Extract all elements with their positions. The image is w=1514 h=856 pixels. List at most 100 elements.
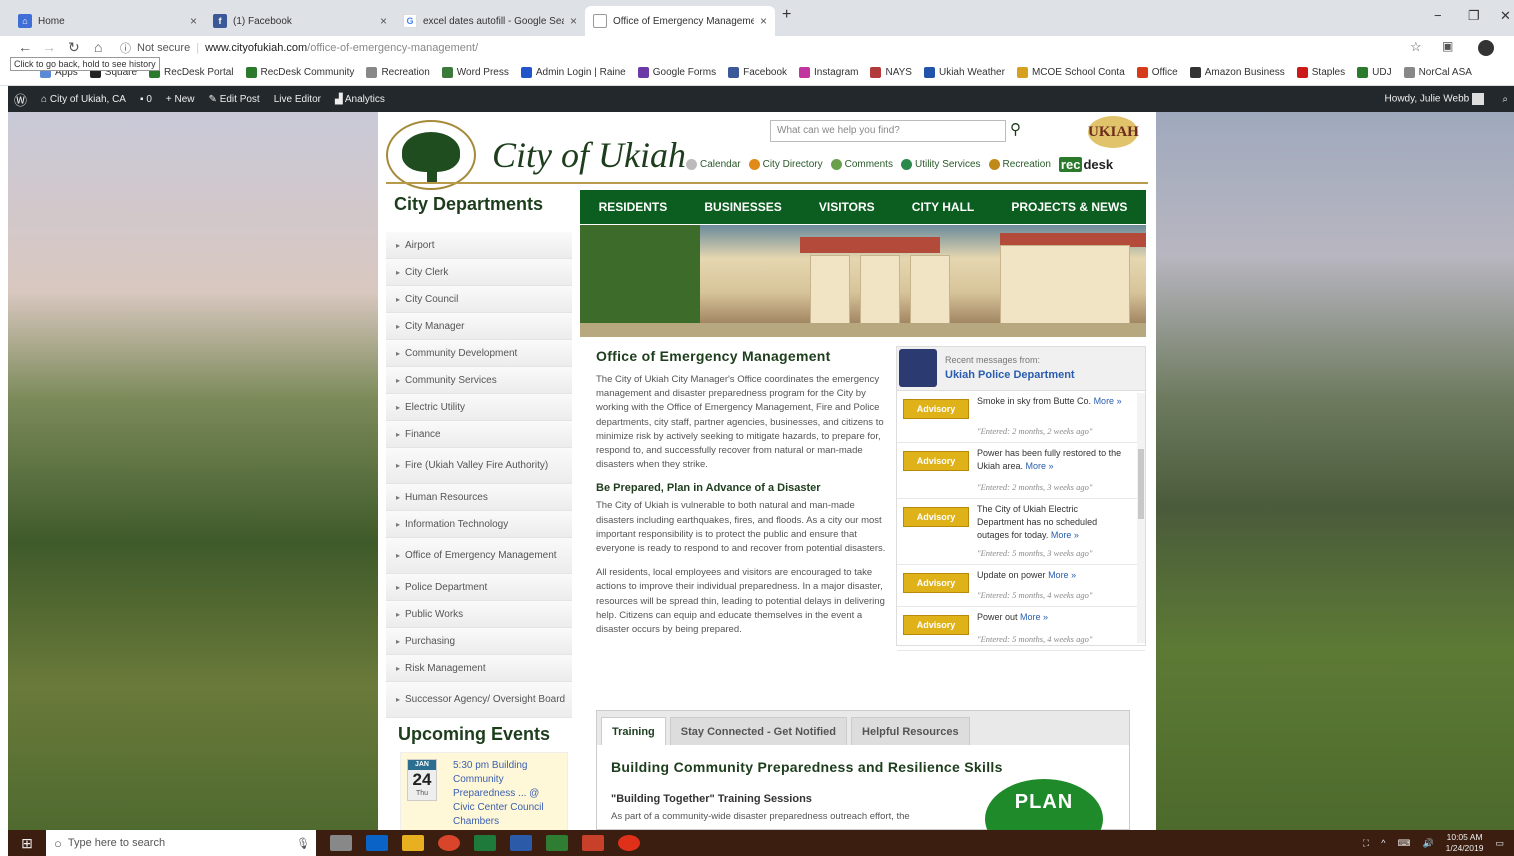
bookmark-item[interactable]: Word Press bbox=[441, 67, 509, 78]
tab-0[interactable]: Training bbox=[601, 717, 666, 745]
network-icon[interactable]: ⌨ bbox=[1397, 838, 1410, 849]
more-link[interactable]: More » bbox=[1051, 530, 1079, 540]
wordpress-icon[interactable]: Ⓦ bbox=[14, 90, 27, 109]
bookmark-item[interactable]: MCOE School Conta bbox=[1016, 67, 1125, 78]
profile-avatar[interactable] bbox=[1478, 40, 1494, 56]
bookmark-item[interactable]: NAYS bbox=[870, 67, 912, 78]
feed-item[interactable]: Advisory Smoke in sky from Butte Co. More… bbox=[897, 391, 1145, 443]
tab-1[interactable]: Stay Connected - Get Notified bbox=[669, 717, 848, 745]
wp-site-link[interactable]: ⌂ City of Ukiah, CA bbox=[41, 94, 126, 105]
bookmark-item[interactable]: NorCal ASA bbox=[1403, 67, 1472, 78]
browser-tab-home[interactable]: ⌂ Home × bbox=[10, 6, 205, 36]
reload-icon[interactable]: ↻ bbox=[68, 39, 80, 56]
quick-link[interactable]: Calendar bbox=[686, 159, 741, 170]
search-icon[interactable]: ⚲ bbox=[1010, 120, 1021, 138]
new-tab-button[interactable]: + bbox=[782, 6, 791, 24]
close-tab-icon[interactable]: × bbox=[570, 14, 577, 28]
wp-analytics[interactable]: ▟ Analytics bbox=[335, 94, 385, 105]
close-tab-icon[interactable]: × bbox=[760, 14, 767, 28]
sidebar-item[interactable]: Successor Agency/ Oversight Board bbox=[386, 682, 572, 718]
sidebar-item[interactable]: Finance bbox=[386, 421, 572, 448]
wp-edit-post[interactable]: ✎ Edit Post bbox=[209, 94, 260, 105]
sidebar-item[interactable]: Police Department bbox=[386, 574, 572, 601]
bookmark-item[interactable]: Recreation bbox=[366, 67, 430, 78]
wp-comments[interactable]: ▪ 0 bbox=[140, 94, 152, 105]
info-icon[interactable]: ⓘ bbox=[120, 40, 131, 56]
sidebar-item[interactable]: City Council bbox=[386, 286, 572, 313]
feed-item[interactable]: Advisory Power out More » "Entered: 5 mont… bbox=[897, 607, 1145, 651]
quick-link[interactable]: Utility Services bbox=[900, 159, 981, 170]
notification-icon[interactable]: ▭ bbox=[1495, 838, 1504, 849]
taskbar-search[interactable]: ○ Type here to search 🎙 bbox=[46, 830, 316, 856]
sidebar-item[interactable]: Community Development bbox=[386, 340, 572, 367]
bookmark-item[interactable]: Amazon Business bbox=[1189, 67, 1285, 78]
city-logo[interactable] bbox=[386, 120, 476, 190]
volume-icon[interactable]: 🔊 bbox=[1422, 838, 1433, 849]
chevron-up-icon[interactable]: ^ bbox=[1381, 838, 1385, 848]
extension-icon[interactable]: ▣ bbox=[1442, 39, 1453, 53]
event-link[interactable]: 5:30 pm Building Community Preparedness … bbox=[453, 759, 563, 829]
sidebar-item[interactable]: Office of Emergency Management bbox=[386, 538, 572, 574]
sidebar-item[interactable]: Fire (Ukiah Valley Fire Authority) bbox=[386, 448, 572, 484]
bookmark-item[interactable]: Facebook bbox=[728, 67, 787, 78]
feed-item[interactable]: Advisory Update on power More » "Entered: … bbox=[897, 565, 1145, 607]
windows-start-icon[interactable]: ⊞ bbox=[8, 835, 46, 852]
back-arrow-icon[interactable]: ← bbox=[18, 39, 32, 55]
home-icon[interactable]: ⌂ bbox=[94, 39, 102, 55]
sidebar-item[interactable]: Electric Utility bbox=[386, 394, 572, 421]
site-search-input[interactable]: What can we help you find? bbox=[770, 120, 1006, 142]
feed-from-name[interactable]: Ukiah Police Department bbox=[945, 369, 1075, 381]
close-tab-icon[interactable]: × bbox=[190, 14, 197, 28]
more-link[interactable]: More » bbox=[1020, 612, 1048, 622]
bookmark-item[interactable]: UDJ bbox=[1357, 67, 1392, 78]
people-icon[interactable]: ⛶ bbox=[1363, 838, 1369, 849]
bookmark-item[interactable]: Office bbox=[1136, 67, 1178, 78]
sidebar-item[interactable]: Purchasing bbox=[386, 628, 572, 655]
recdesk-link[interactable]: rec desk bbox=[1058, 157, 1113, 172]
bookmark-item[interactable]: Staples bbox=[1296, 67, 1345, 78]
word-icon[interactable] bbox=[510, 835, 532, 851]
more-link[interactable]: More » bbox=[1094, 396, 1122, 406]
scroll-thumb[interactable] bbox=[1138, 449, 1144, 519]
browser-tab-active[interactable]: Office of Emergency Manageme × bbox=[585, 6, 775, 36]
task-view-icon[interactable] bbox=[330, 835, 352, 851]
nav-item[interactable]: VISITORS bbox=[819, 200, 875, 214]
quick-link[interactable]: Comments bbox=[830, 159, 893, 170]
chrome-icon[interactable] bbox=[438, 835, 460, 851]
sidebar-item[interactable]: Airport bbox=[386, 232, 572, 259]
url-field[interactable]: ⓘ Not secure | www.cityofukiah.com /offi… bbox=[120, 38, 1390, 58]
minimize-button[interactable]: − bbox=[1434, 8, 1442, 23]
more-link[interactable]: More » bbox=[1026, 461, 1054, 471]
feed-item[interactable]: Advisory Power has been fully restored to… bbox=[897, 443, 1145, 499]
nav-item[interactable]: RESIDENTS bbox=[599, 200, 668, 214]
nav-item[interactable]: PROJECTS & NEWS bbox=[1011, 200, 1127, 214]
sidebar-item[interactable]: Risk Management bbox=[386, 655, 572, 682]
bookmark-item[interactable]: Instagram bbox=[799, 67, 858, 78]
sidebar-item[interactable]: Human Resources bbox=[386, 484, 572, 511]
search-icon[interactable]: ⌕ bbox=[1502, 94, 1508, 105]
forward-arrow-icon[interactable]: → bbox=[42, 39, 56, 55]
bookmark-item[interactable]: Google Forms bbox=[637, 67, 716, 78]
close-tab-icon[interactable]: × bbox=[380, 14, 387, 28]
tab-2[interactable]: Helpful Resources bbox=[851, 717, 970, 745]
bookmark-item[interactable]: Admin Login | Raine bbox=[520, 67, 626, 78]
restore-button[interactable]: ❐ bbox=[1468, 8, 1480, 24]
quick-link[interactable]: Recreation bbox=[988, 159, 1051, 170]
nav-item[interactable]: BUSINESSES bbox=[704, 200, 781, 214]
site-name[interactable]: City of Ukiah bbox=[492, 134, 686, 176]
browser-tab-google[interactable]: G excel dates autofill - Google Sear × bbox=[395, 6, 585, 36]
microphone-icon[interactable]: 🎙 bbox=[296, 837, 310, 850]
clock[interactable]: 10:05 AM 1/24/2019 bbox=[1446, 832, 1484, 854]
sidebar-item[interactable]: Public Works bbox=[386, 601, 572, 628]
star-icon[interactable]: ☆ bbox=[1410, 39, 1422, 55]
wp-live-editor[interactable]: Live Editor bbox=[274, 94, 321, 105]
feed-item[interactable]: Advisory The City of Ukiah Electric Depar… bbox=[897, 499, 1145, 565]
sidebar-item[interactable]: City Manager bbox=[386, 313, 572, 340]
sidebar-item[interactable]: City Clerk bbox=[386, 259, 572, 286]
close-window-button[interactable]: ✕ bbox=[1500, 8, 1511, 24]
browser-tab-facebook[interactable]: f (1) Facebook × bbox=[205, 6, 395, 36]
wp-new-button[interactable]: + New bbox=[166, 94, 195, 105]
sidebar-item[interactable]: Community Services bbox=[386, 367, 572, 394]
bookmark-item[interactable]: RecDesk Community bbox=[245, 67, 354, 78]
feed-scrollbar[interactable] bbox=[1137, 393, 1145, 643]
